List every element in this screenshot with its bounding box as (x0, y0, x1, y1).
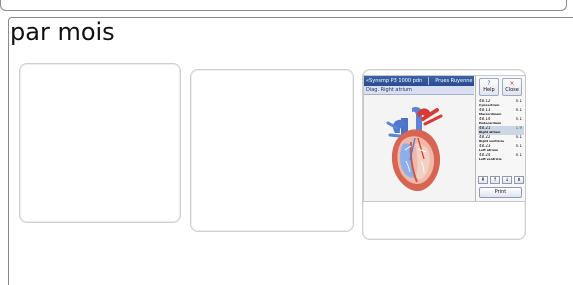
print-button[interactable]: Print (479, 187, 522, 198)
reading-name: Right atrium (479, 130, 501, 134)
navigation-buttons: ⇞ ↑ ↓ ⇟ (478, 176, 524, 184)
reading-name: Macrordinum (479, 112, 502, 116)
reading-value: n.1 (515, 135, 522, 139)
reading-value: n.1 (515, 108, 522, 112)
reading-name: Left atrium (479, 148, 498, 152)
readings-list: 48.12 n.1 Cynoectrum 48.13 n.1 Macrordin… (478, 99, 524, 162)
reading-item[interactable]: 48.24 n.1 Left ventricle (478, 153, 524, 162)
device-sidebar: ? Help × Close 48.12 n.1 Cynoectrum 48.1… (475, 76, 525, 201)
device-title-bar: «Synsmp P3 1000 pdn Prues Ruyenne (364, 76, 474, 86)
help-label: Help (483, 87, 495, 93)
close-button[interactable]: × Close (502, 78, 522, 96)
close-label: Close (505, 87, 519, 93)
nav-last-button[interactable]: ⇟ (514, 176, 524, 184)
device-screenshot: «Synsmp P3 1000 pdn Prues Ruyenne Diag. … (363, 75, 526, 202)
reading-item[interactable]: 48.23 n.1 Left atrium (478, 144, 524, 153)
reading-item[interactable]: 48.22 n.1 Right ventricle (478, 135, 524, 144)
reading-name: Endocardium (479, 121, 502, 125)
device-title-left: «Synsmp P3 1000 pdn (366, 78, 423, 84)
reading-value: 1.9 (515, 126, 522, 130)
title-separator (428, 77, 430, 85)
page-root: par mois «Synsmp P3 1000 pdn Prues Ruyen… (0, 0, 573, 285)
help-button[interactable]: ? Help (479, 78, 499, 96)
reading-name: Right ventricle (479, 139, 505, 143)
chart-card-2 (190, 69, 354, 232)
reading-item[interactable]: 48.13 n.1 Macrordinum (478, 108, 524, 117)
reading-value: n.1 (515, 153, 522, 157)
nav-down-button[interactable]: ↓ (502, 176, 512, 184)
question-icon: ? (487, 80, 491, 87)
nav-up-button[interactable]: ↑ (490, 176, 500, 184)
diagnosis-bar: Diag. Right atrium (364, 86, 474, 95)
device-title-right: Prues Ruyenne (435, 78, 473, 84)
reading-item-active[interactable]: 48.21 1.9 Right atrium (478, 126, 524, 135)
reading-value: n.1 (515, 144, 522, 148)
top-frame (0, 0, 567, 11)
page-title: par mois (10, 18, 115, 46)
nav-first-button[interactable]: ⇞ (478, 176, 488, 184)
reading-item[interactable]: 48.12 n.1 Cynoectrum (478, 99, 524, 108)
reading-value: n.1 (515, 117, 522, 121)
chart-card-1 (19, 63, 181, 223)
reading-name: Left ventricle (479, 157, 502, 161)
reading-value: n.1 (515, 99, 522, 103)
heart-illustration (374, 100, 450, 197)
reading-name: Cynoectrum (479, 103, 500, 107)
close-icon: × (509, 80, 515, 87)
reading-item[interactable]: 48.14 n.1 Endocardium (478, 117, 524, 126)
